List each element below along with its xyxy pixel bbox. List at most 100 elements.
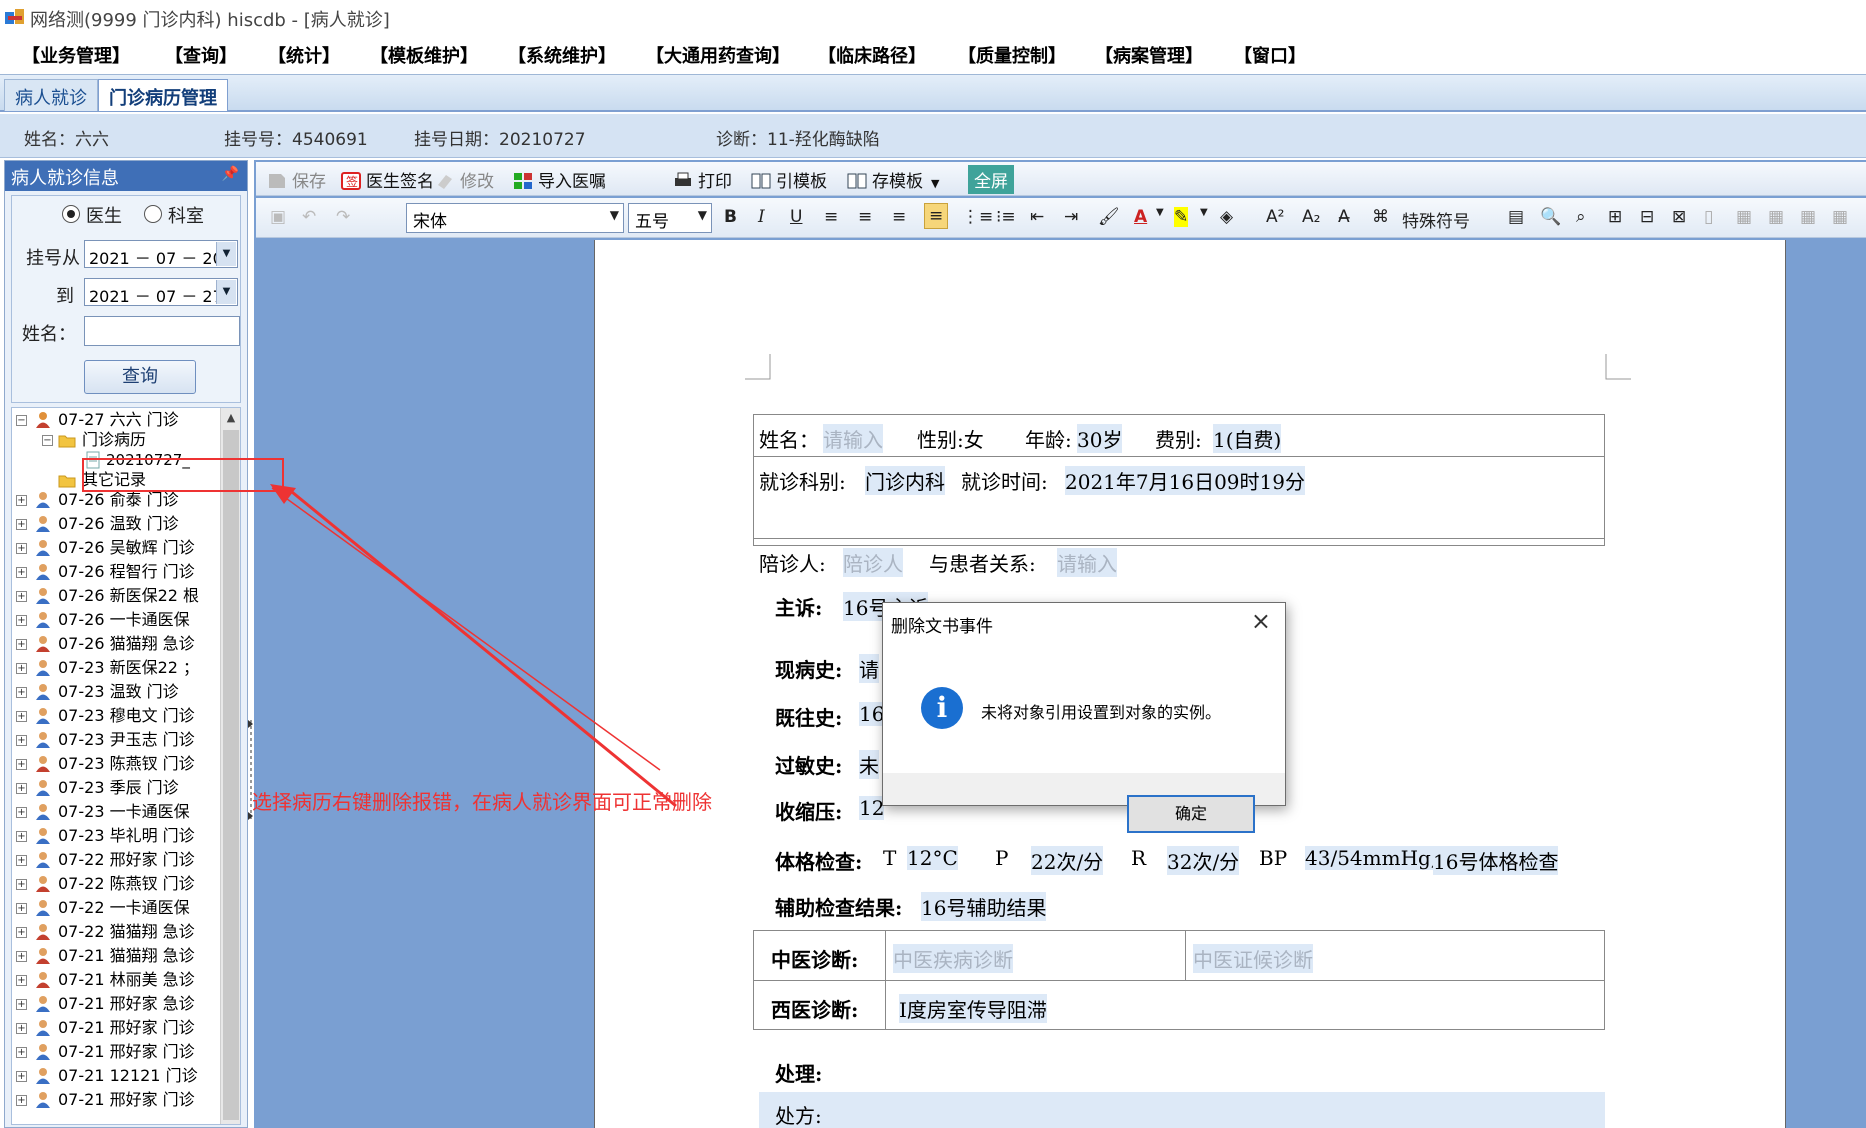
- fullscreen-button[interactable]: 全屏: [968, 165, 1014, 194]
- expand-icon[interactable]: +: [16, 735, 27, 746]
- menu-business[interactable]: 【业务管理】: [22, 42, 130, 68]
- menu-drug-query[interactable]: 【大通用药查询】: [646, 42, 790, 68]
- allergy-field[interactable]: 未: [859, 750, 879, 779]
- age-field[interactable]: 30岁: [1077, 424, 1123, 453]
- doctor-sign-button[interactable]: 签医生签名: [340, 167, 434, 192]
- menu-clinical-path[interactable]: 【临床路径】: [818, 42, 926, 68]
- indent-icon[interactable]: ⇥: [1064, 207, 1078, 227]
- menu-records[interactable]: 【病案管理】: [1095, 42, 1203, 68]
- outdent-icon[interactable]: ⇤: [1030, 207, 1044, 227]
- expand-icon[interactable]: +: [16, 1047, 27, 1058]
- menu-query[interactable]: 【查询】: [165, 42, 237, 68]
- table-delete-icon[interactable]: ⊠: [1672, 207, 1686, 227]
- align-center-icon[interactable]: ≡: [858, 207, 872, 227]
- chevron-down-icon[interactable]: ▼: [216, 242, 236, 266]
- date-from-input[interactable]: 2021 － 07 － 20 ▼: [84, 240, 238, 268]
- menu-quality[interactable]: 【质量控制】: [958, 42, 1066, 68]
- bold-icon[interactable]: B: [724, 207, 737, 227]
- scroll-up-icon[interactable]: ▲: [221, 408, 240, 428]
- radio-department[interactable]: [144, 205, 162, 223]
- pin-icon[interactable]: 📌: [222, 166, 239, 182]
- exam-t-field[interactable]: 12°C: [907, 846, 958, 870]
- table-insert-icon[interactable]: ⊟: [1640, 207, 1654, 227]
- exam-bp-field[interactable]: 43/54mmHg,: [1305, 846, 1438, 870]
- time-field[interactable]: 2021年7月16日09时19分: [1065, 466, 1305, 495]
- prescription-block[interactable]: [759, 1092, 1605, 1128]
- companion-field[interactable]: 陪诊人: [843, 548, 903, 577]
- chevron-down-icon[interactable]: ▼: [1200, 207, 1208, 218]
- close-icon[interactable]: ×: [1251, 607, 1271, 635]
- expand-icon[interactable]: +: [16, 543, 27, 554]
- menu-stats[interactable]: 【统计】: [268, 42, 340, 68]
- tab-patient-visit[interactable]: 病人就诊: [4, 79, 98, 111]
- format-painter-icon[interactable]: 🖌: [1098, 207, 1120, 227]
- expand-icon[interactable]: +: [16, 1071, 27, 1082]
- binoculars-icon[interactable]: ⌕: [1576, 207, 1586, 227]
- expand-icon[interactable]: +: [16, 903, 27, 914]
- expand-icon[interactable]: +: [16, 687, 27, 698]
- save-template-button[interactable]: 存模板 ▼: [846, 167, 939, 192]
- page-icon[interactable]: ▯: [1704, 207, 1713, 227]
- table-icon[interactable]: ⊞: [1608, 207, 1622, 227]
- expand-icon[interactable]: +: [16, 855, 27, 866]
- command-icon[interactable]: ⌘: [1372, 207, 1389, 227]
- present-illness-field[interactable]: 请: [859, 654, 879, 683]
- date-to-input[interactable]: 2021 － 07 － 27 ▼: [84, 278, 238, 306]
- tcm-disease-field[interactable]: 中医疾病诊断: [893, 944, 1013, 973]
- disk-icon[interactable]: ▣: [270, 207, 286, 227]
- expand-icon[interactable]: +: [16, 831, 27, 842]
- expand-icon[interactable]: +: [16, 975, 27, 986]
- scroll-thumb[interactable]: [223, 430, 239, 1120]
- fill-color-icon[interactable]: ◈: [1220, 207, 1233, 227]
- ok-button[interactable]: 确定: [1127, 795, 1255, 833]
- undo-icon[interactable]: ↶: [302, 207, 316, 227]
- expand-icon[interactable]: +: [16, 639, 27, 650]
- expand-icon[interactable]: +: [16, 615, 27, 626]
- underline-icon[interactable]: U: [790, 207, 802, 227]
- expand-icon[interactable]: +: [16, 759, 27, 770]
- bullet-list-icon[interactable]: ⁝≡: [996, 207, 1016, 227]
- bp-field[interactable]: 12: [859, 796, 885, 820]
- expand-icon[interactable]: +: [16, 1095, 27, 1106]
- tab-emr-management[interactable]: 门诊病历管理: [98, 79, 228, 111]
- fee-field[interactable]: 1(自费): [1213, 424, 1282, 453]
- align-right-icon[interactable]: ≡: [892, 207, 906, 227]
- italic-icon[interactable]: I: [758, 207, 765, 227]
- modify-button[interactable]: 修改: [434, 167, 494, 192]
- name-field[interactable]: 请输入: [823, 424, 883, 453]
- menu-system[interactable]: 【系统维护】: [508, 42, 616, 68]
- merge-cells-icon[interactable]: ▦: [1736, 207, 1752, 227]
- radio-doctor[interactable]: [62, 205, 80, 223]
- past-history-field[interactable]: 16: [859, 702, 885, 726]
- import-orders-button[interactable]: 导入医嘱: [512, 167, 606, 192]
- aux-exam-field[interactable]: 16号辅助结果: [921, 892, 1047, 921]
- more-icon[interactable]: ▦: [1832, 207, 1848, 227]
- table-props-icon[interactable]: ▦: [1800, 207, 1816, 227]
- expand-icon[interactable]: +: [16, 927, 27, 938]
- exam-r-field[interactable]: 32次/分: [1167, 846, 1240, 875]
- search-icon[interactable]: 🔍: [1540, 207, 1561, 227]
- clear-format-icon[interactable]: A̶: [1338, 207, 1350, 227]
- numbered-list-icon[interactable]: ⋮≡: [962, 207, 993, 227]
- scrollbar[interactable]: ▲: [220, 408, 240, 1124]
- collapse-icon[interactable]: −: [16, 415, 27, 426]
- relation-field[interactable]: 请输入: [1057, 548, 1117, 577]
- expand-icon[interactable]: +: [16, 783, 27, 794]
- expand-icon[interactable]: +: [16, 591, 27, 602]
- expand-icon[interactable]: +: [16, 567, 27, 578]
- expand-icon[interactable]: +: [16, 1023, 27, 1034]
- redo-icon[interactable]: ↷: [336, 207, 350, 227]
- expand-icon[interactable]: +: [16, 519, 27, 530]
- tcm-syndrome-field[interactable]: 中医证候诊断: [1193, 944, 1313, 973]
- chevron-down-icon[interactable]: ▼: [1156, 207, 1164, 218]
- query-button[interactable]: 查询: [84, 360, 196, 394]
- sex-field[interactable]: 性别:女: [917, 424, 984, 453]
- wm-diagnosis-field[interactable]: Ⅰ度房室传导阻滞: [899, 994, 1047, 1023]
- print-button[interactable]: 打印: [672, 167, 732, 192]
- expand-icon[interactable]: +: [16, 999, 27, 1010]
- exam-p-field[interactable]: 22次/分: [1031, 846, 1104, 875]
- menu-window[interactable]: 【窗口】: [1234, 42, 1306, 68]
- expand-icon[interactable]: +: [16, 879, 27, 890]
- exam-note-field[interactable]: 16号体格检查: [1433, 846, 1559, 875]
- split-cells-icon[interactable]: ▦: [1768, 207, 1784, 227]
